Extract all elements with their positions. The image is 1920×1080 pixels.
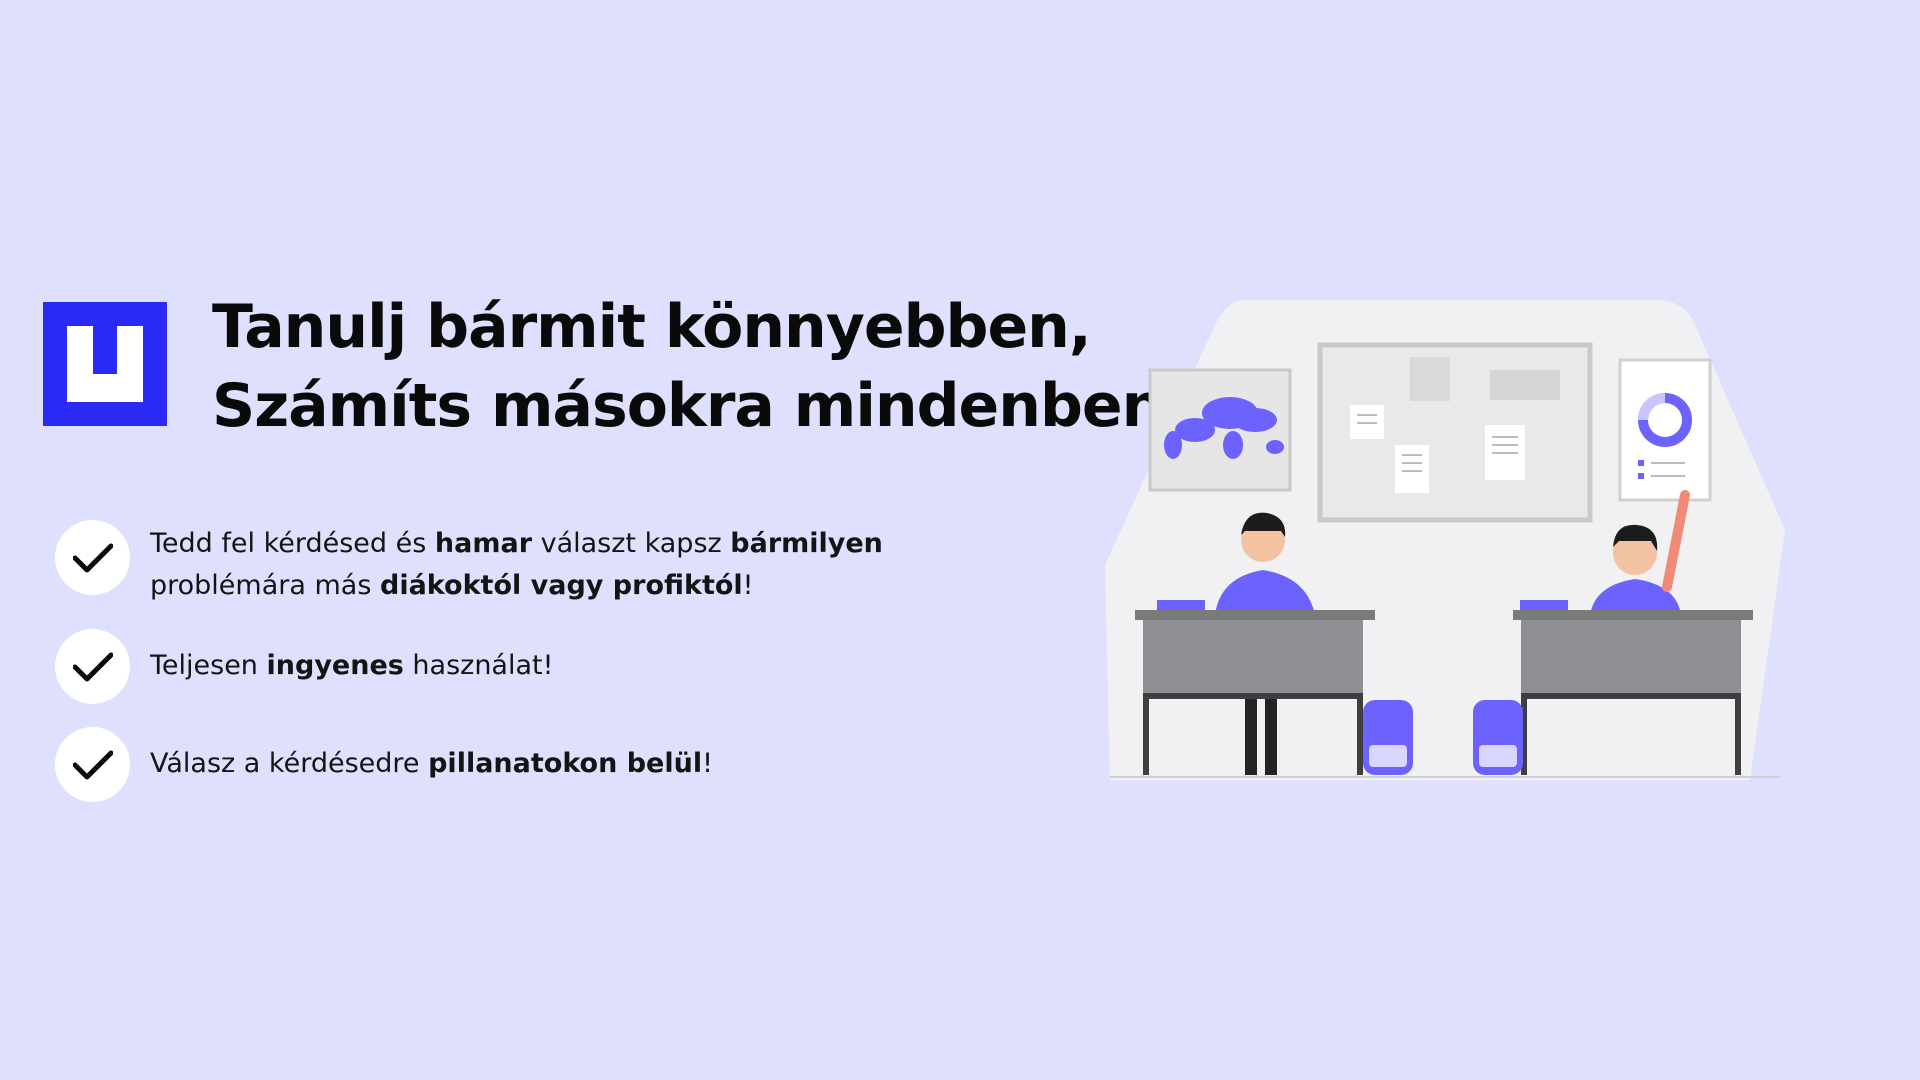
check-badge xyxy=(55,727,130,802)
feature-text-bold: diákoktól vagy profiktól xyxy=(380,570,743,601)
check-badge xyxy=(55,520,130,595)
brand-logo xyxy=(43,302,167,426)
title-line-2: Számíts másokra mindenben! xyxy=(212,371,1191,441)
donut-poster xyxy=(1618,358,1712,502)
check-badge xyxy=(55,629,130,704)
page-title: Tanulj bármit könnyebben, Számíts másokr… xyxy=(212,288,1191,446)
feature-text-bold: hamar xyxy=(434,528,533,559)
feature-text: Válasz a kérdésedre pillanatokon belül! xyxy=(150,743,713,785)
feature-text-part: Válasz a kérdésedre xyxy=(150,748,429,779)
pin-board xyxy=(1317,342,1593,523)
feature-text-bold: ingyenes xyxy=(266,650,404,681)
feature-text-part: használat! xyxy=(403,650,554,681)
check-icon xyxy=(73,652,113,682)
title-line-1: Tanulj bármit könnyebben, xyxy=(212,292,1092,362)
feature-text: Teljesen ingyenes használat! xyxy=(150,645,553,687)
brand-logo-icon xyxy=(67,326,143,402)
feature-text-part: ! xyxy=(702,748,713,779)
feature-line: Tedd fel kérdésed és hamar választ kapsz… xyxy=(150,523,883,565)
check-icon xyxy=(73,750,113,780)
feature-text: Tedd fel kérdésed és hamar választ kapsz… xyxy=(150,523,883,607)
feature-text-bold: pillanatokon belül xyxy=(428,748,703,779)
feature-text-part: Tedd fel kérdésed és xyxy=(150,528,435,559)
world-map xyxy=(1148,368,1292,492)
feature-text-bold: bármilyen xyxy=(730,528,883,559)
backpack-left xyxy=(1363,700,1413,775)
feature-text-part: problémára más xyxy=(150,570,380,601)
feature-text-part: ! xyxy=(742,570,754,601)
feature-line: problémára más diákoktól vagy profiktól! xyxy=(150,565,883,607)
backpack-right xyxy=(1473,700,1523,775)
check-icon xyxy=(73,543,113,573)
classroom-illustration xyxy=(1105,300,1785,780)
feature-text-part: Teljesen xyxy=(150,650,267,681)
feature-text-part: választ kapsz xyxy=(532,528,731,559)
